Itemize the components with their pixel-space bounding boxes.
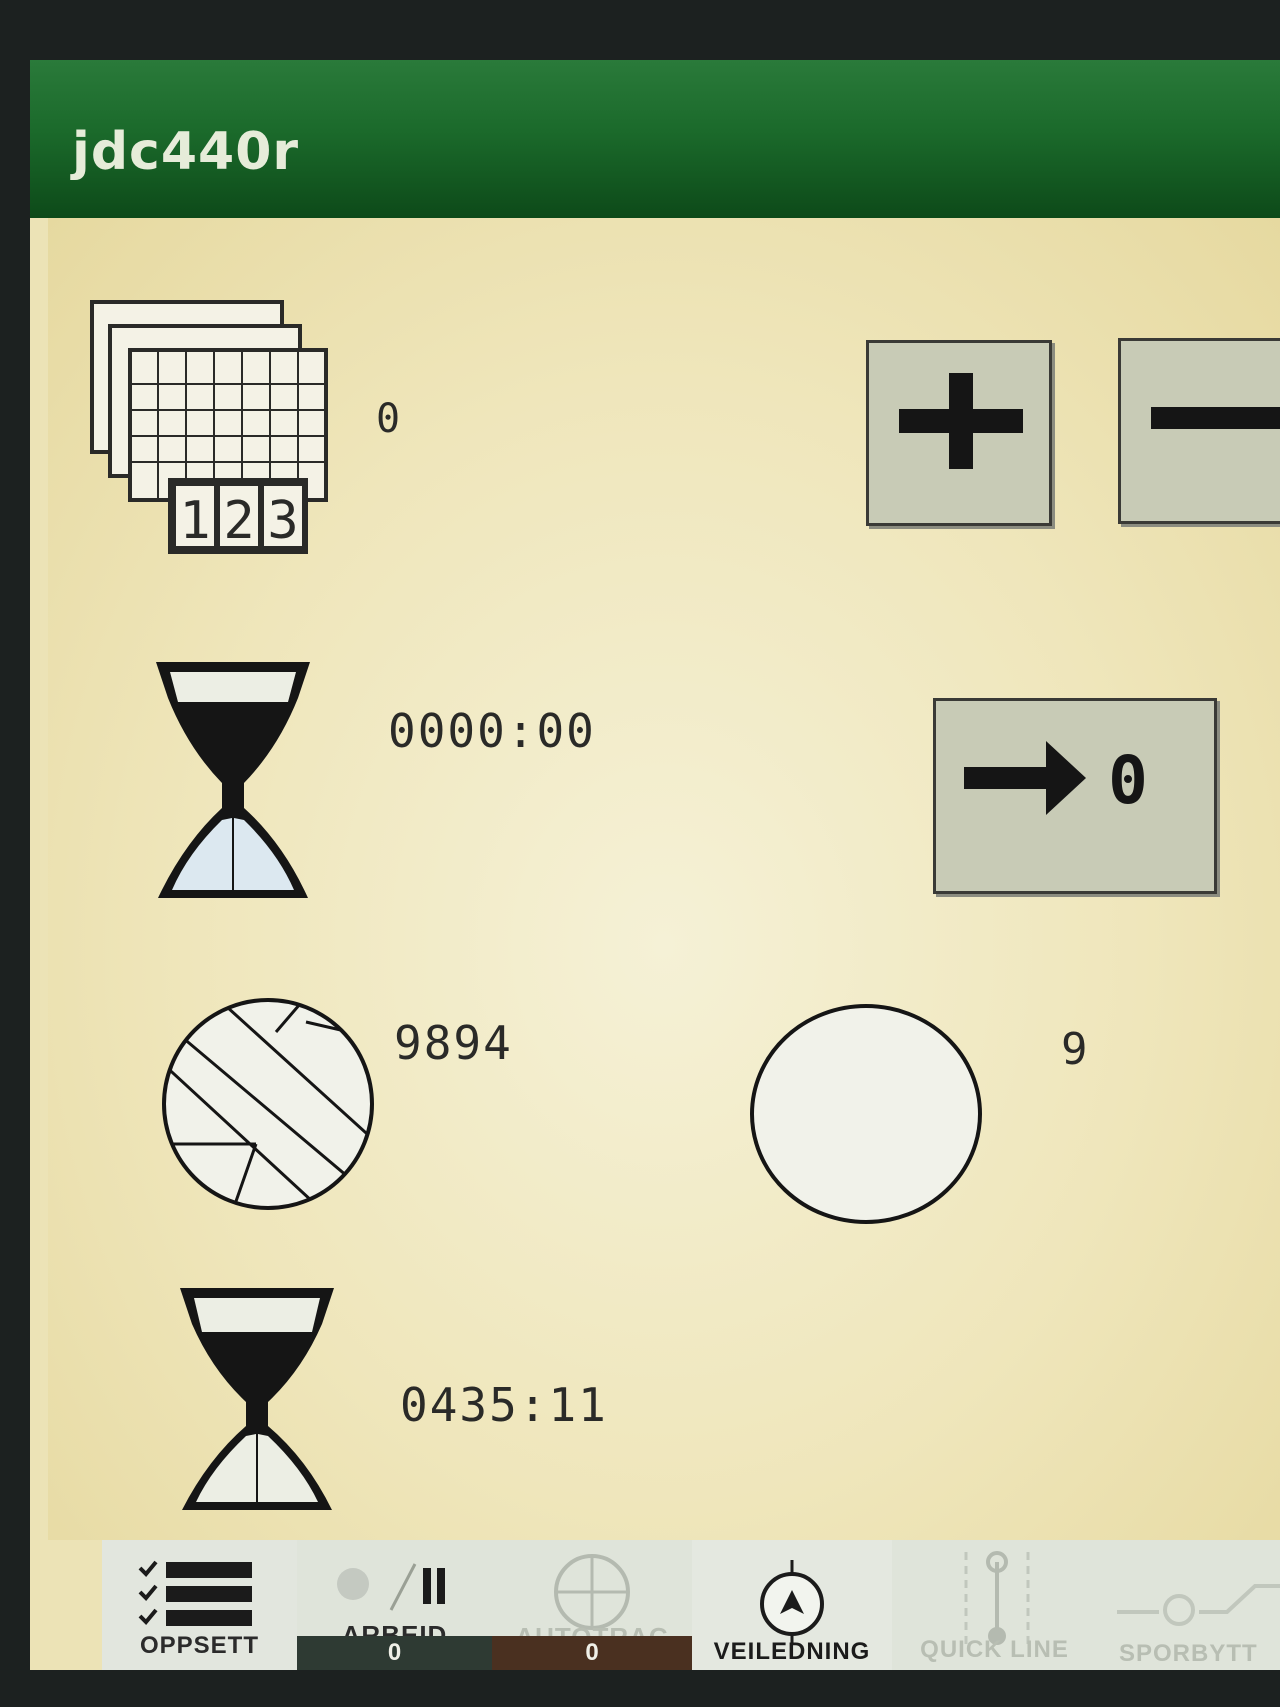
circle-indicator-value: 9	[1061, 1024, 1088, 1075]
crosshair-icon	[554, 1554, 630, 1630]
counter-value: 0	[376, 396, 401, 442]
softkey-oppsett[interactable]: OPPSETT	[102, 1540, 300, 1670]
timer-1-value: 0000:00	[388, 704, 596, 758]
hourglass-icon	[156, 662, 310, 898]
circle-indicator-icon	[750, 1004, 982, 1224]
reset-target-zero: 0	[1108, 742, 1148, 819]
softkey-quickline-label: QUICK LINE	[920, 1636, 1069, 1663]
checklist-icon	[138, 1560, 252, 1626]
counter-digit-1: 1	[179, 491, 210, 551]
softkey-autotrac[interactable]: AUTOTRAC 0	[492, 1540, 695, 1670]
reset-to-zero-button[interactable]: 0	[933, 698, 1217, 894]
softkey-bar: OPPSETT ARBEID 0 AUTOTRAC 0	[102, 1540, 1280, 1670]
round-bale-icon	[162, 998, 374, 1210]
softkey-quickline[interactable]: QUICK LINE	[892, 1540, 1100, 1670]
record-pause-icon	[337, 1563, 445, 1611]
title-bar: jdc440r	[30, 60, 1280, 218]
compass-icon	[760, 1560, 824, 1644]
app-title: jdc440r	[72, 122, 300, 182]
bale-count-value: 9894	[394, 1016, 513, 1070]
increment-button[interactable]	[866, 340, 1052, 526]
softkey-veiledning-label: VEILEDNING	[713, 1638, 871, 1665]
timer-2-value: 0435:11	[400, 1378, 608, 1432]
softkey-sporbytte-label: SPORBYTT	[1119, 1640, 1258, 1667]
bale-counter-icon: 1 2 3	[90, 300, 328, 554]
softkey-arbeid[interactable]: ARBEID 0	[297, 1540, 495, 1670]
arrow-to-zero-icon: 0	[964, 741, 1148, 819]
plus-icon	[899, 373, 1023, 469]
softkey-arbeid-counter: 0	[297, 1636, 492, 1670]
softkey-oppsett-label: OPPSETT	[139, 1632, 260, 1659]
minus-icon	[1151, 407, 1280, 429]
hourglass-icon	[180, 1288, 334, 1510]
softkey-veiledning[interactable]: VEILEDNING	[692, 1540, 895, 1670]
counter-digit-2: 2	[223, 491, 254, 551]
main-content: 1 2 3 0 0000:00 0 9894 9 0435:11	[48, 218, 1280, 1540]
display-screen: jdc440r 1 2 3 0 0000:00 0 9894 9 0435:11…	[30, 60, 1280, 1670]
decrement-button[interactable]	[1118, 338, 1280, 524]
track-shift-icon	[1117, 1584, 1280, 1626]
softkey-autotrac-counter: 0	[492, 1636, 692, 1670]
quick-line-icon	[964, 1551, 1030, 1645]
counter-digit-3: 3	[267, 491, 298, 551]
softkey-sporbytte[interactable]: SPORBYTT	[1097, 1540, 1280, 1670]
